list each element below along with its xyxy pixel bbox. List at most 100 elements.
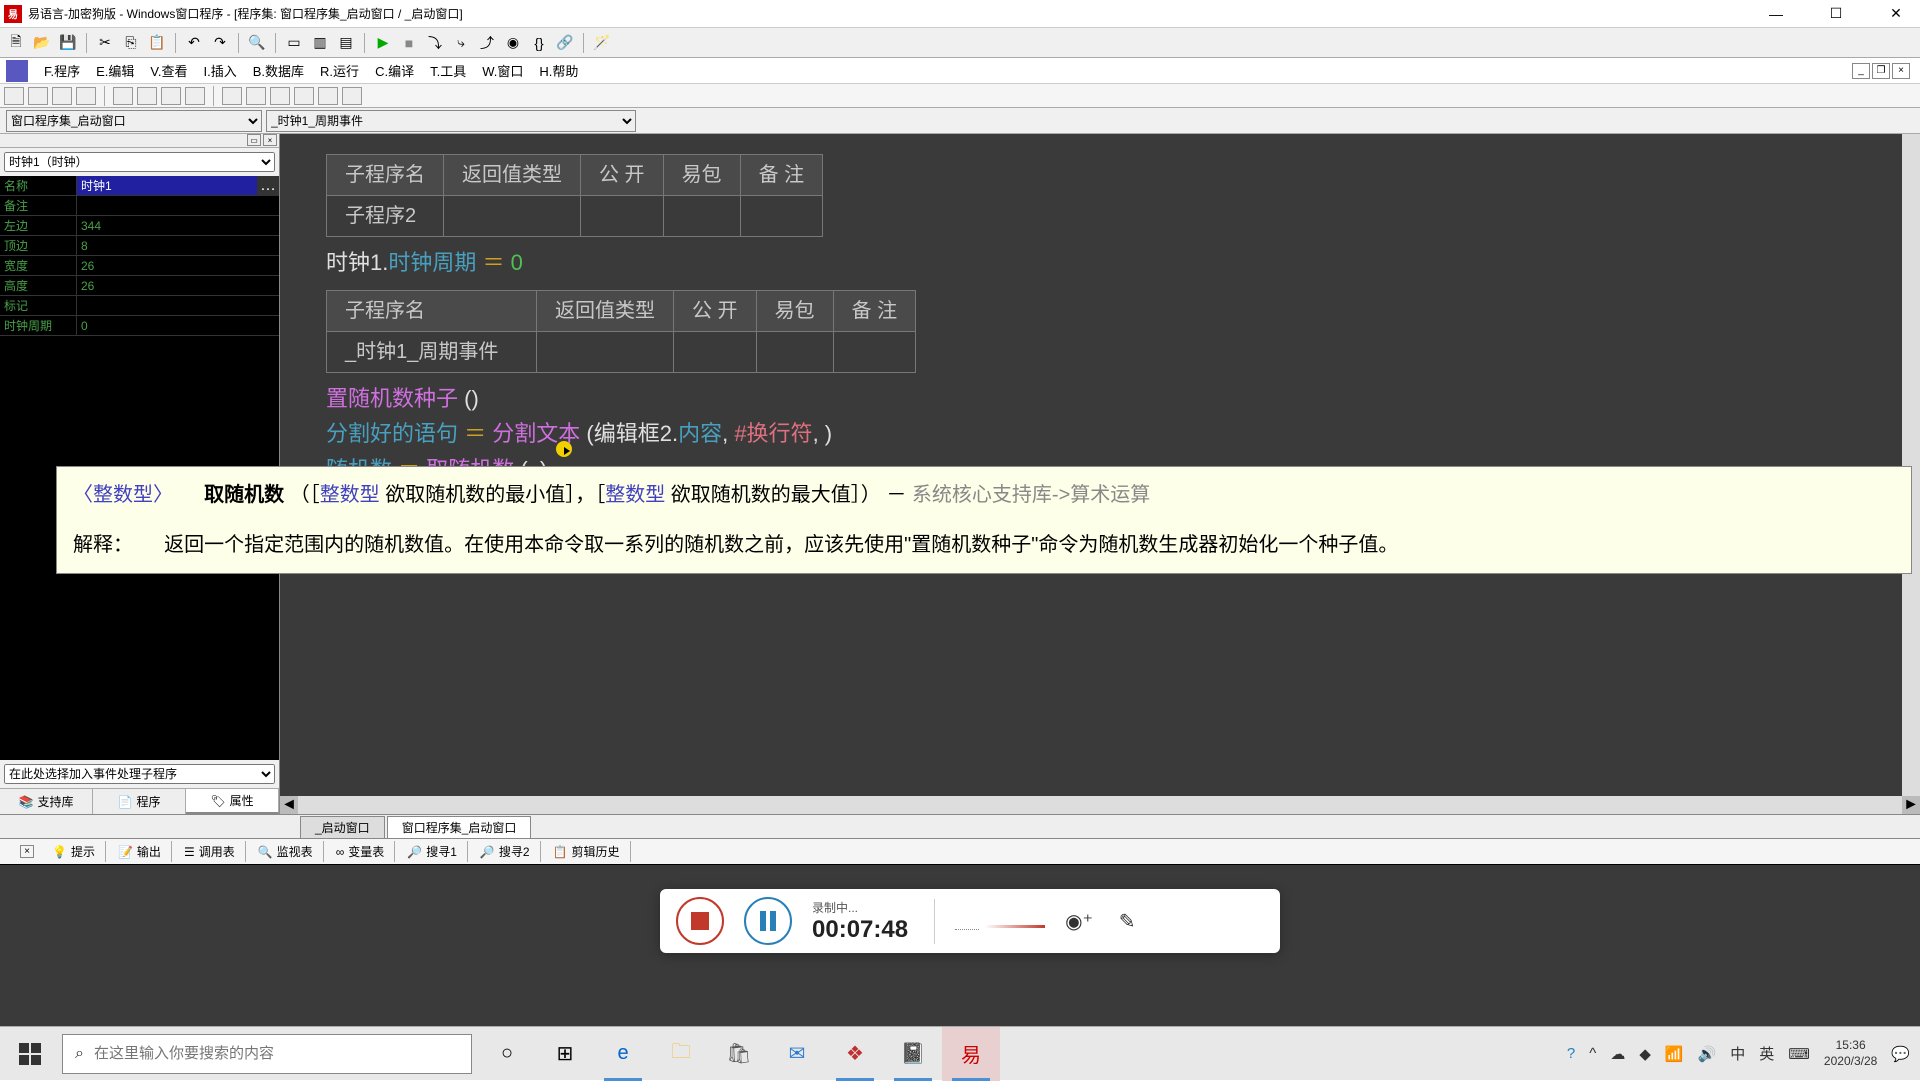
step-into-icon[interactable]: ⤷ (449, 31, 473, 55)
doc-tab-assembly[interactable]: 窗口程序集_启动窗口 (387, 816, 532, 838)
property-row[interactable]: 备注 (0, 196, 279, 216)
tab-output[interactable]: 📝输出 (108, 841, 172, 862)
menu-help[interactable]: H.帮助 (531, 61, 586, 80)
tab-watch[interactable]: 🔍监视表 (248, 841, 324, 862)
menu-program[interactable]: F.程序 (36, 61, 88, 80)
module-selector[interactable]: 窗口程序集_启动窗口 (6, 110, 262, 132)
start-button[interactable] (0, 1027, 60, 1081)
tab-library[interactable]: 📚支持库 (0, 789, 93, 814)
align-btn[interactable] (318, 87, 338, 105)
menu-window[interactable]: W.窗口 (474, 61, 531, 80)
menu-run[interactable]: R.运行 (312, 61, 367, 80)
undo-icon[interactable]: ↶ (182, 31, 206, 55)
tab-clip-history[interactable]: 📋剪辑历史 (543, 841, 631, 862)
align-btn[interactable] (76, 87, 96, 105)
task-view-icon[interactable]: ⊞ (536, 1027, 594, 1081)
panel-close-icon[interactable]: × (263, 134, 277, 146)
menu-edit[interactable]: E.编辑 (88, 61, 142, 80)
scroll-left-icon[interactable]: ◄ (280, 796, 298, 814)
menu-tools[interactable]: T.工具 (422, 61, 474, 80)
property-value[interactable] (76, 196, 279, 215)
align-btn[interactable] (52, 87, 72, 105)
object-selector[interactable]: 时钟1（时钟） (4, 152, 275, 172)
breakpoint-icon[interactable]: ◉ (501, 31, 525, 55)
stop-icon[interactable]: ■ (397, 31, 421, 55)
chevron-up-icon[interactable]: ^ (1589, 1045, 1596, 1062)
property-row[interactable]: 顶边8 (0, 236, 279, 256)
align-btn[interactable] (246, 87, 266, 105)
store-icon[interactable]: 🛍 (710, 1027, 768, 1081)
record-pause-button[interactable] (744, 897, 792, 945)
step-over-icon[interactable]: ⤵ (423, 31, 447, 55)
property-row[interactable]: 左边344 (0, 216, 279, 236)
align-btn[interactable] (4, 87, 24, 105)
cut-icon[interactable]: ✂ (93, 31, 117, 55)
minimize-button[interactable]: — (1756, 4, 1796, 24)
step-out-icon[interactable]: ⤴ (475, 31, 499, 55)
menu-view[interactable]: V.查看 (142, 61, 195, 80)
tile-h-icon[interactable]: ▥ (308, 31, 332, 55)
align-btn[interactable] (342, 87, 362, 105)
property-row[interactable]: 名称时钟1… (0, 176, 279, 196)
cortana-icon[interactable]: ○ (478, 1027, 536, 1081)
menu-database[interactable]: B.数据库 (245, 61, 312, 80)
property-row[interactable]: 时钟周期0 (0, 316, 279, 336)
property-row[interactable]: 标记 (0, 296, 279, 316)
menu-compile[interactable]: C.编译 (367, 61, 422, 80)
record-stop-button[interactable] (676, 897, 724, 945)
horizontal-scrollbar[interactable]: ◄ ► (280, 796, 1920, 814)
app-task-icon[interactable]: ❖ (826, 1027, 884, 1081)
notepad-icon[interactable]: 📓 (884, 1027, 942, 1081)
align-btn[interactable] (222, 87, 242, 105)
copy-icon[interactable]: ⎘ (119, 31, 143, 55)
pencil-icon[interactable]: ✎ (1113, 907, 1141, 935)
align-btn[interactable] (161, 87, 181, 105)
find-icon[interactable]: 🔍 (245, 31, 269, 55)
lang-indicator[interactable]: 英 (1759, 1043, 1774, 1064)
window-icon[interactable]: ▭ (282, 31, 306, 55)
tab-callstack[interactable]: ☰调用表 (174, 841, 246, 862)
tab-hint[interactable]: 💡提示 (42, 841, 106, 862)
link-icon[interactable]: 🔗 (553, 31, 577, 55)
tab-variables[interactable]: ∞变量表 (326, 841, 396, 862)
event-handler-selector[interactable]: 在此处选择加入事件处理子程序 (4, 764, 275, 784)
help-tray-icon[interactable]: ? (1567, 1045, 1575, 1062)
output-close-icon[interactable]: × (20, 845, 34, 858)
wizard-icon[interactable]: 🪄 (590, 31, 614, 55)
align-btn[interactable] (137, 87, 157, 105)
align-btn[interactable] (270, 87, 290, 105)
notifications-icon[interactable]: 💬 (1891, 1045, 1910, 1063)
tab-properties[interactable]: 🏷属性 (186, 789, 279, 814)
taskbar-search[interactable]: ⌕ (62, 1034, 472, 1074)
taskbar-search-input[interactable] (94, 1045, 459, 1062)
property-value[interactable] (76, 296, 279, 315)
doc-tab-window[interactable]: _启动窗口 (300, 816, 385, 838)
property-value[interactable]: 26 (76, 276, 279, 295)
safe-tray-icon[interactable]: ◆ (1639, 1045, 1651, 1063)
redo-icon[interactable]: ↷ (208, 31, 232, 55)
property-value[interactable]: 8 (76, 236, 279, 255)
new-file-icon[interactable]: 🗎 (4, 31, 28, 55)
open-file-icon[interactable]: 📂 (30, 31, 54, 55)
align-btn[interactable] (294, 87, 314, 105)
braces-icon[interactable]: {} (527, 31, 551, 55)
mdi-restore[interactable]: ❐ (1872, 63, 1890, 79)
volume-icon[interactable]: 🔊 (1698, 1045, 1717, 1063)
ime-indicator[interactable]: 中 (1730, 1043, 1745, 1064)
maximize-button[interactable]: ☐ (1816, 4, 1856, 24)
menu-insert[interactable]: I.插入 (196, 61, 245, 80)
property-row[interactable]: 宽度26 (0, 256, 279, 276)
mdi-close[interactable]: × (1892, 63, 1910, 79)
paste-icon[interactable]: 📋 (145, 31, 169, 55)
run-icon[interactable]: ▶ (371, 31, 395, 55)
wifi-icon[interactable]: 📶 (1665, 1045, 1684, 1063)
webcam-icon[interactable]: ◉⁺ (1065, 907, 1093, 935)
tab-search1[interactable]: 🔎搜寻1 (397, 841, 468, 862)
panel-pin-icon[interactable]: ▭ (247, 134, 261, 146)
property-value[interactable]: 0 (76, 316, 279, 335)
module-icon[interactable] (6, 60, 28, 82)
mdi-minimize[interactable]: _ (1852, 63, 1870, 79)
property-more-button[interactable]: … (257, 176, 279, 195)
eyuyan-task-icon[interactable]: 易 (942, 1027, 1000, 1081)
mail-icon[interactable]: ✉ (768, 1027, 826, 1081)
